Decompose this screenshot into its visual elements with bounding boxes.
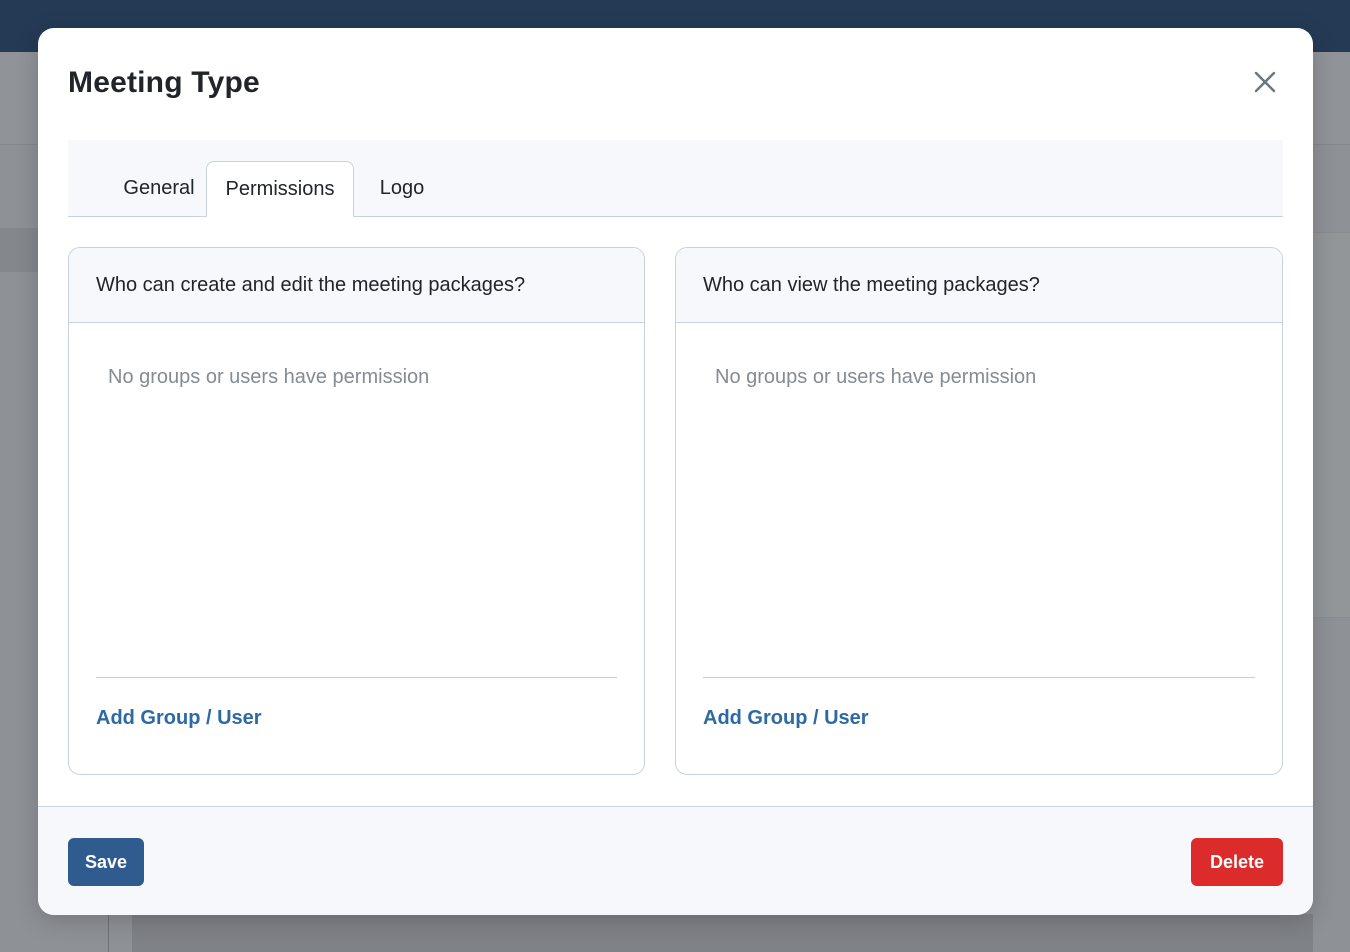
add-edit-group-user-link[interactable]: Add Group / User — [96, 707, 262, 730]
tab-logo[interactable]: Logo — [364, 161, 440, 216]
edit-permissions-empty-text: No groups or users have permission — [108, 366, 430, 388]
modal-title: Meeting Type — [68, 66, 260, 99]
background-side-panel — [1313, 232, 1350, 618]
view-permissions-empty-text: No groups or users have permission — [715, 366, 1037, 388]
add-view-group-user-link[interactable]: Add Group / User — [703, 707, 869, 730]
edit-permissions-divider — [96, 677, 617, 678]
save-button[interactable]: Save — [68, 838, 144, 886]
edit-permissions-heading: Who can create and edit the meeting pack… — [69, 248, 644, 323]
background-divider — [108, 914, 109, 952]
view-permissions-heading: Who can view the meeting packages? — [676, 248, 1282, 323]
tab-general[interactable]: General — [112, 161, 206, 216]
view-permissions-divider — [703, 677, 1255, 678]
edit-permissions-panel: Who can create and edit the meeting pack… — [68, 247, 645, 775]
meeting-type-modal: Meeting Type General Permissions Logo Wh… — [38, 28, 1313, 915]
modal-footer: Save Delete — [38, 806, 1313, 915]
tab-permissions[interactable]: Permissions — [206, 161, 354, 217]
delete-button[interactable]: Delete — [1191, 838, 1283, 886]
background-strip — [0, 228, 40, 272]
close-icon — [1254, 71, 1276, 93]
close-button[interactable] — [1247, 64, 1283, 100]
background-column — [132, 914, 1313, 952]
view-permissions-panel: Who can view the meeting packages? No gr… — [675, 247, 1283, 775]
tab-bar: General Permissions Logo — [68, 140, 1283, 217]
